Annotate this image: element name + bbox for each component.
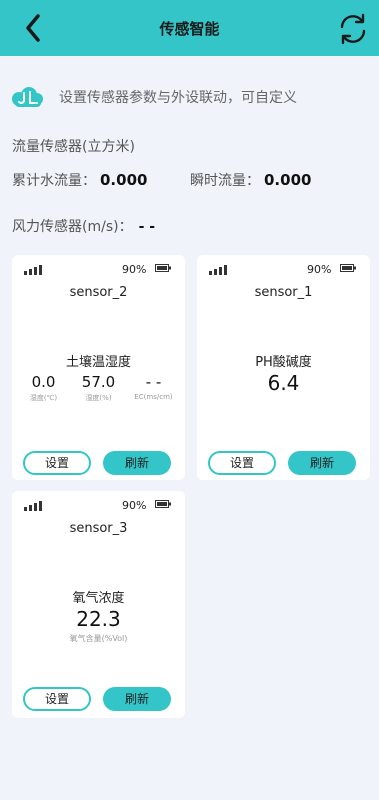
instant-flow-label: 瞬时流量： bbox=[190, 173, 260, 189]
page-title: 传感智能 bbox=[159, 20, 220, 38]
sensor-card-soil: 90% sensor_2 土壤温湿度 0.0 湿度(℃) 57.0 湿度(%) … bbox=[12, 255, 185, 480]
sensor-type: 土壤温湿度 bbox=[65, 355, 131, 370]
reading-temperature: 0.0 湿度(℃) bbox=[19, 373, 69, 403]
set-button[interactable]: 设置 bbox=[208, 451, 276, 475]
sensor-name: sensor_2 bbox=[69, 285, 128, 300]
wind-sensor: 风力传感器(m/s)： - - bbox=[12, 216, 155, 236]
reading-value: 57.0 bbox=[81, 373, 116, 391]
app-header: 传感智能 bbox=[0, 0, 379, 56]
sensor-value: 6.4 bbox=[267, 371, 300, 395]
app-logo-icon bbox=[12, 87, 43, 107]
battery-icon bbox=[155, 500, 171, 508]
battery-percent: 90% bbox=[122, 263, 147, 276]
instant-flow: 瞬时流量： 0.000 bbox=[190, 170, 311, 190]
set-button[interactable]: 设置 bbox=[23, 451, 91, 475]
flow-sensor-title: 流量传感器(立方米) bbox=[12, 139, 135, 155]
reading-ec: - - EC(ms/cm) bbox=[129, 373, 179, 403]
signal-icon bbox=[24, 265, 42, 275]
intro-banner: 设置传感器参数与外设联动，可自定义 bbox=[12, 85, 297, 109]
set-button[interactable]: 设置 bbox=[23, 687, 91, 711]
sensor-type: PH酸碱度 bbox=[255, 355, 312, 370]
reading-label: 湿度(℃) bbox=[29, 394, 58, 402]
cumulative-flow: 累计水流量： 0.000 bbox=[12, 170, 147, 190]
reading-label: 湿度(%) bbox=[85, 394, 112, 402]
reading-value: - - bbox=[145, 373, 162, 391]
battery-icon bbox=[155, 264, 171, 272]
refresh-icon[interactable] bbox=[336, 12, 370, 46]
refresh-button[interactable]: 刷新 bbox=[103, 687, 171, 711]
reading-humidity: 57.0 湿度(%) bbox=[74, 373, 124, 403]
wind-sensor-value: - - bbox=[138, 219, 156, 235]
battery-percent: 90% bbox=[122, 499, 147, 512]
soil-readings: 0.0 湿度(℃) 57.0 湿度(%) - - EC(ms/cm) bbox=[12, 373, 185, 403]
sensor-value-label: 氧气含量(%Vol) bbox=[69, 634, 128, 643]
refresh-button[interactable]: 刷新 bbox=[288, 451, 356, 475]
instant-flow-value: 0.000 bbox=[264, 171, 312, 189]
signal-icon bbox=[24, 501, 42, 511]
refresh-button[interactable]: 刷新 bbox=[103, 451, 171, 475]
sensor-card-oxygen: 90% sensor_3 氧气浓度 22.3 氧气含量(%Vol) 设置 刷新 bbox=[12, 491, 185, 718]
wind-sensor-label: 风力传感器(m/s)： bbox=[12, 219, 133, 235]
cumulative-flow-label: 累计水流量： bbox=[12, 173, 96, 189]
sensor-type: 氧气浓度 bbox=[72, 591, 125, 606]
intro-text: 设置传感器参数与外设联动，可自定义 bbox=[59, 90, 297, 106]
signal-icon bbox=[209, 265, 227, 275]
reading-label: EC(ms/cm) bbox=[134, 393, 173, 401]
sensor-name: sensor_1 bbox=[254, 285, 313, 300]
battery-icon bbox=[340, 264, 356, 272]
battery-percent: 90% bbox=[307, 263, 332, 276]
cumulative-flow-value: 0.000 bbox=[100, 171, 148, 189]
sensor-name: sensor_3 bbox=[69, 521, 128, 536]
reading-value: 0.0 bbox=[31, 373, 56, 391]
sensor-card-ph: 90% sensor_1 PH酸碱度 6.4 设置 刷新 bbox=[197, 255, 370, 480]
sensor-value: 22.3 bbox=[76, 607, 121, 631]
